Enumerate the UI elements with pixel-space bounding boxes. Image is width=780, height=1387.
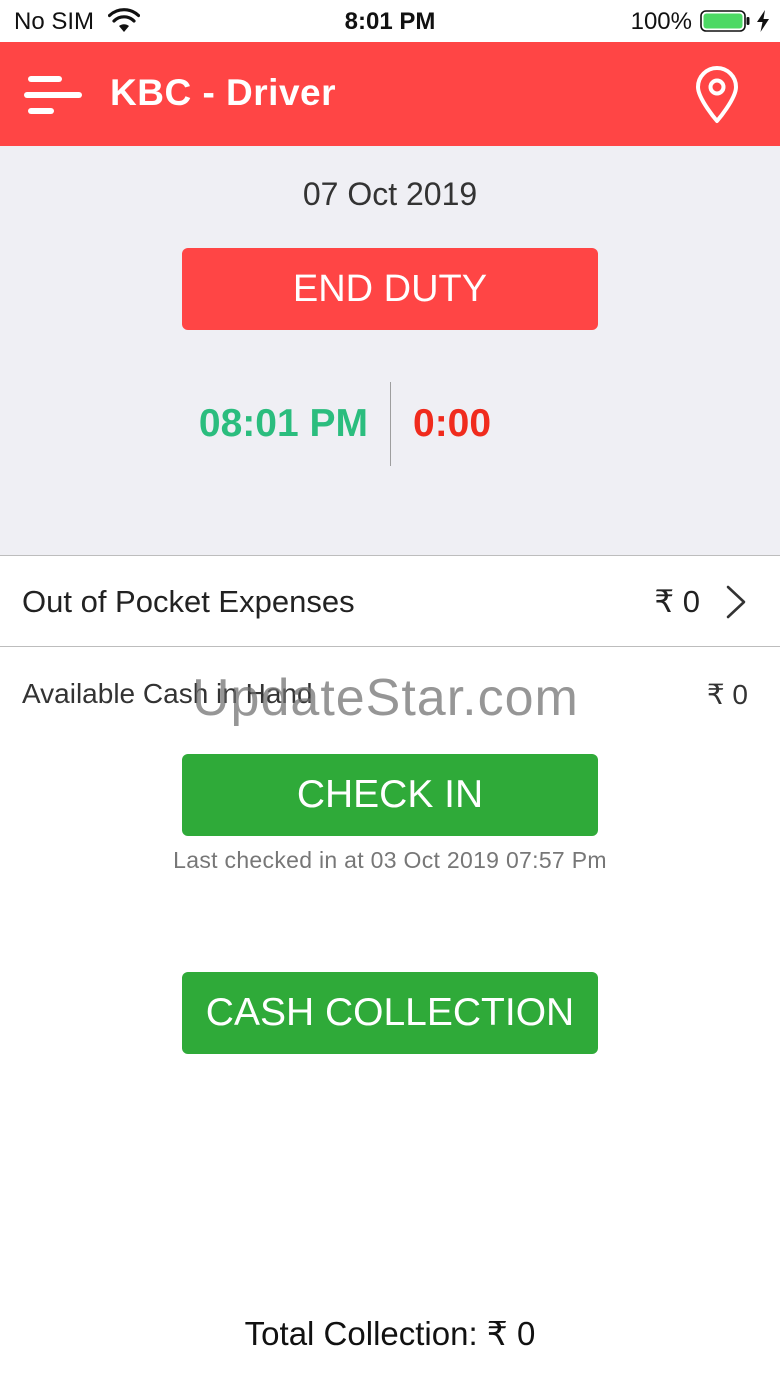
total-collection: Total Collection: ₹ 0 [244, 1315, 536, 1352]
duty-panel: 07 Oct 2019 END DUTY 08:01 PM 0:00 [0, 146, 780, 556]
cash-collection-button[interactable]: CASH COLLECTION [182, 972, 598, 1054]
expenses-value: ₹ 0 [654, 584, 700, 619]
available-cash-value: ₹ 0 [706, 679, 748, 710]
out-of-pocket-expenses-row[interactable]: Out of Pocket Expenses ₹ 0 [0, 556, 780, 647]
map-pin-icon[interactable] [694, 66, 740, 124]
last-checked-in-text: Last checked in at 03 Oct 2019 07:57 Pm [173, 847, 607, 873]
status-bar: No SIM 8:01 PM 100% [0, 0, 780, 42]
expenses-label: Out of Pocket Expenses [22, 584, 355, 619]
duty-elapsed-time: 0:00 [413, 402, 492, 445]
battery-percent: 100% [630, 8, 692, 35]
charging-bolt-icon [757, 10, 769, 32]
app-header: KBC - Driver [0, 42, 780, 146]
battery-icon [700, 10, 750, 32]
app-title: KBC - Driver [110, 72, 336, 113]
end-duty-button[interactable]: END DUTY [182, 248, 598, 330]
time-divider [390, 382, 391, 466]
duty-date: 07 Oct 2019 [302, 176, 478, 212]
check-in-button[interactable]: CHECK IN [182, 754, 598, 836]
duty-start-time: 08:01 PM [198, 402, 368, 445]
chevron-right-icon [726, 585, 746, 619]
hamburger-menu-icon[interactable] [24, 72, 84, 118]
available-cash-label: Available Cash in Hand [22, 678, 313, 709]
